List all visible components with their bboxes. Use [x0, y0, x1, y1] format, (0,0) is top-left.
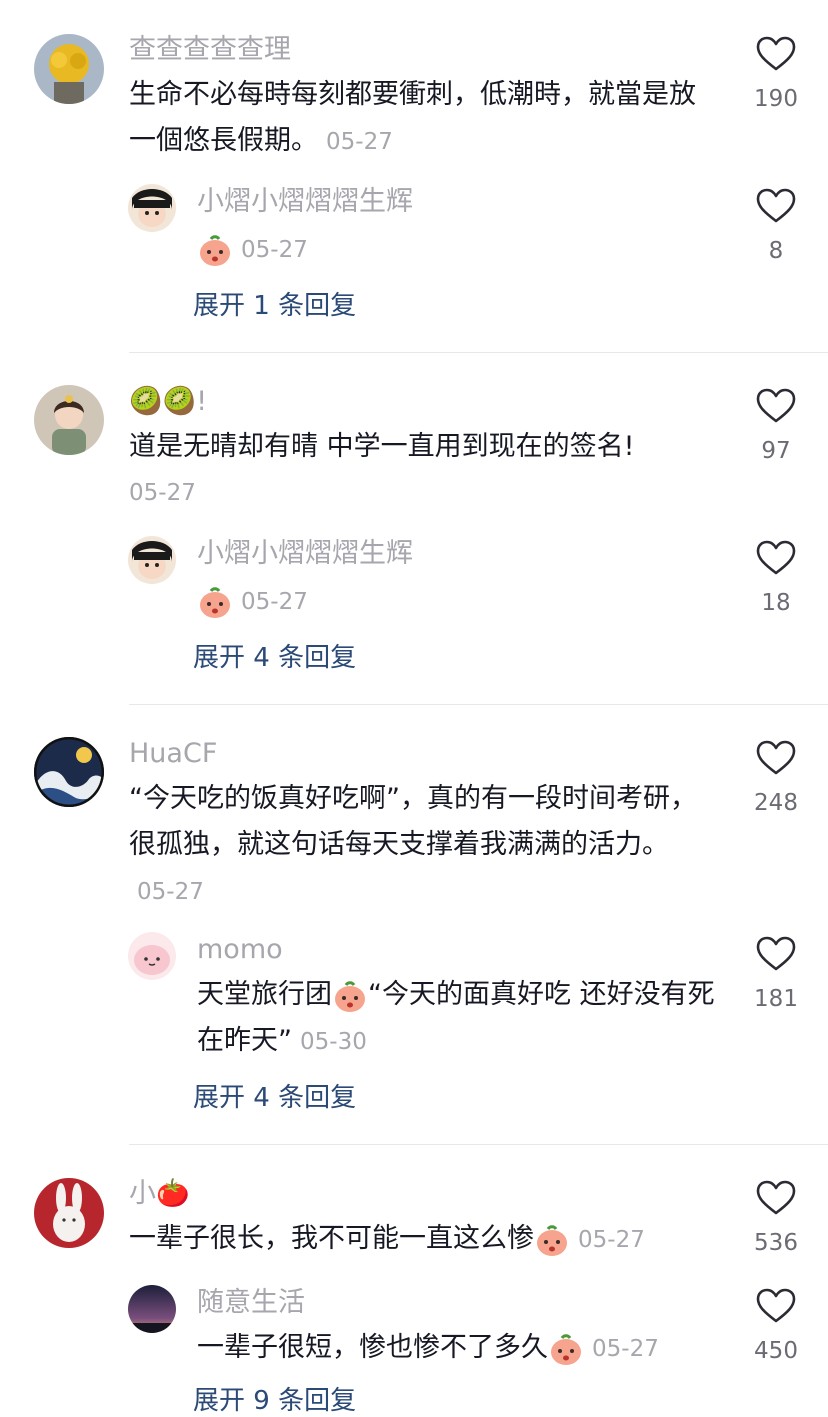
heart-icon	[756, 540, 796, 576]
comment-body: “今天吃的饭真好吃啊”，真的有一段时间考研，很孤独，就这句话每天支撑着我满满的活…	[129, 783, 697, 860]
comment-date: 05-27	[129, 480, 196, 506]
reply-text: 05-27	[197, 226, 717, 273]
divider	[129, 1144, 828, 1145]
reply-author[interactable]: momo	[197, 932, 283, 968]
peach-emoji-icon	[197, 232, 233, 268]
comment-author[interactable]: HuaCF	[129, 736, 217, 772]
like-count: 450	[754, 1338, 798, 1364]
reply-date: 05-27	[241, 589, 308, 615]
expand-replies-button[interactable]: 展开 4 条回复	[193, 1077, 356, 1114]
reply-author[interactable]: 随意生活	[197, 1285, 305, 1321]
crying-peach-emoji-icon	[548, 1331, 584, 1367]
reply-date: 05-27	[592, 1336, 659, 1362]
reply-avatar[interactable]	[128, 536, 176, 584]
expand-replies-button[interactable]: 展开 9 条回复	[193, 1380, 356, 1417]
comment-text: “今天吃的饭真好吃啊”，真的有一段时间考研，很孤独，就这句话每天支撑着我满满的活…	[129, 776, 709, 915]
avatar[interactable]	[34, 385, 104, 455]
like-count: 8	[768, 238, 784, 264]
reply-text: 一辈子很短，惨也惨不了多久 05-27	[197, 1325, 727, 1372]
crying-peach-emoji-icon	[332, 978, 368, 1014]
like-button[interactable]: 536	[746, 1180, 806, 1256]
like-button[interactable]: 248	[746, 740, 806, 816]
heart-icon	[756, 936, 796, 972]
like-button[interactable]: 190	[746, 36, 806, 112]
like-count: 190	[754, 86, 798, 112]
comment-author[interactable]: 🥝🥝!	[129, 384, 207, 420]
reply-like-button[interactable]: 181	[746, 936, 806, 1012]
reply-date: 05-27	[241, 237, 308, 263]
expand-replies-button[interactable]: 展开 1 条回复	[193, 285, 356, 322]
avatar[interactable]	[34, 34, 104, 104]
heart-icon	[756, 1180, 796, 1216]
expand-replies-button[interactable]: 展开 4 条回复	[193, 637, 356, 674]
like-count: 97	[761, 438, 791, 464]
reply-like-button[interactable]: 18	[746, 540, 806, 616]
reply-body-part: 天堂旅行团	[197, 979, 332, 1010]
heart-icon	[756, 740, 796, 776]
reply-avatar[interactable]	[128, 184, 176, 232]
reply-avatar[interactable]	[128, 1285, 176, 1333]
comment-text: 一辈子很长，我不可能一直这么惨 05-27	[129, 1216, 729, 1263]
reply-avatar[interactable]	[128, 932, 176, 980]
reply-text: 天堂旅行团 “今天的面真好吃 还好没有死在昨天” 05-30	[197, 972, 727, 1065]
like-count: 536	[754, 1230, 798, 1256]
reply-text: 05-27	[197, 578, 717, 625]
heart-icon	[756, 188, 796, 224]
reply-date: 05-30	[300, 1029, 367, 1055]
heart-icon	[756, 36, 796, 72]
like-count: 18	[761, 590, 791, 616]
heart-icon	[756, 388, 796, 424]
comment-author[interactable]: 小🍅	[129, 1176, 190, 1212]
reply-author[interactable]: 小熠小熠熠熠生辉	[197, 536, 413, 572]
peach-emoji-icon	[197, 584, 233, 620]
comment-date: 05-27	[578, 1227, 645, 1253]
comment-body: 一辈子很长，我不可能一直这么惨	[129, 1223, 534, 1254]
comment-date: 05-27	[137, 879, 204, 905]
reply-like-button[interactable]: 8	[746, 188, 806, 264]
heart-icon	[756, 1288, 796, 1324]
reply-like-button[interactable]: 450	[746, 1288, 806, 1364]
avatar[interactable]	[34, 1178, 104, 1248]
comment-text: 道是无晴却有晴 中学一直用到现在的签名!	[129, 424, 729, 470]
like-count: 248	[754, 790, 798, 816]
like-button[interactable]: 97	[746, 388, 806, 464]
comment-date: 05-27	[326, 129, 393, 155]
comment-author[interactable]: 查查查查查理	[129, 32, 291, 68]
divider	[129, 352, 828, 353]
comment-text: 生命不必每時每刻都要衝刺，低潮時，就當是放一個悠長假期。 05-27	[129, 72, 719, 165]
crying-peach-emoji-icon	[534, 1222, 570, 1258]
comment-body: 生命不必每時每刻都要衝刺，低潮時，就當是放一個悠長假期。	[129, 79, 696, 156]
comment-body: 道是无晴却有晴 中学一直用到现在的签名!	[129, 431, 635, 462]
avatar[interactable]	[34, 737, 104, 807]
like-count: 181	[754, 986, 798, 1012]
divider	[129, 704, 828, 705]
reply-author[interactable]: 小熠小熠熠熠生辉	[197, 184, 413, 220]
reply-body: 一辈子很短，惨也惨不了多久	[197, 1332, 548, 1363]
